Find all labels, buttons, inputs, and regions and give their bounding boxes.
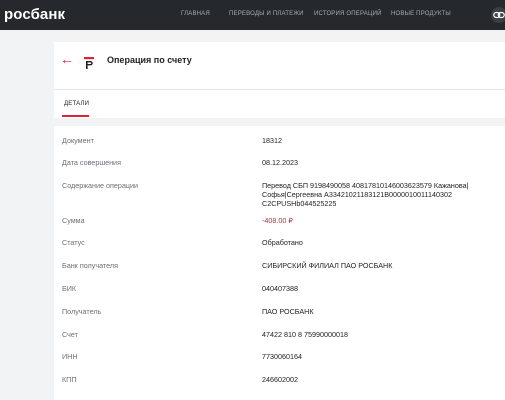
amount-value: -408.00 ₽ (262, 216, 293, 225)
detail-label: Документ (62, 136, 94, 145)
header-divider (54, 89, 505, 90)
rosbank-logo[interactable]: росбанк (4, 6, 65, 23)
detail-label: ИНН (62, 352, 78, 361)
detail-value-line: Софья|Сергеевна A33421021183121B00000100… (262, 190, 452, 199)
link-icon[interactable] (491, 7, 505, 23)
nav-home[interactable]: ГЛАВНАЯ (181, 11, 210, 17)
back-arrow-icon[interactable]: ← (60, 52, 74, 66)
detail-value: ПАО РОСБАНК (262, 307, 314, 316)
detail-label: Банк получателя (62, 261, 118, 270)
detail-value-line: Перевод СБП 9198490058 40817810146003623… (262, 181, 469, 190)
nav-operation-history[interactable]: ИСТОРИЯ ОПЕРАЦИЙ (314, 11, 382, 17)
detail-value: СИБИРСКИЙ ФИЛИАЛ ПАО РОСБАНК (262, 261, 393, 270)
detail-value-multiline: Перевод СБП 9198490058 40817810146003623… (262, 181, 498, 208)
detail-value-line: C2CPUSHb044525225 (262, 199, 337, 208)
detail-label: Получатель (62, 307, 102, 316)
detail-label: КПП (62, 375, 77, 384)
tab-active-indicator (62, 115, 89, 117)
detail-value: 47422 810 8 75990000018 (262, 330, 348, 339)
operation-details-card: Документ 18312 Дата совершения 08.12.202… (54, 126, 505, 400)
detail-label: Содержание операции (62, 181, 139, 190)
detail-value: 7730060164 (262, 352, 302, 361)
nav-transfers-payments[interactable]: ПЕРЕВОДЫ И ПЛАТЕЖИ (229, 11, 304, 17)
status-value: Обработано (262, 238, 303, 247)
detail-label: Счет (62, 330, 78, 339)
nav-new-products[interactable]: НОВЫЕ ПРОДУКТЫ (391, 11, 451, 17)
detail-label: Статус (62, 238, 85, 247)
page-title: Операция по счету (107, 55, 192, 65)
operation-header-card: ← Операция по счету ДЕТАЛИ (54, 42, 505, 118)
detail-value: 18312 (262, 136, 282, 145)
detail-label: БИК (62, 284, 77, 293)
detail-label: Дата совершения (62, 158, 121, 167)
detail-value: 08.12.2023 (262, 158, 298, 167)
top-navigation-bar: росбанк ГЛАВНАЯ ПЕРЕВОДЫ И ПЛАТЕЖИ ИСТОР… (0, 0, 505, 30)
rosbank-r-icon (84, 57, 94, 69)
tab-details[interactable]: ДЕТАЛИ (64, 101, 89, 107)
detail-label: Сумма (62, 216, 85, 225)
detail-value: 246602002 (262, 375, 298, 384)
detail-value: 040407388 (262, 284, 298, 293)
